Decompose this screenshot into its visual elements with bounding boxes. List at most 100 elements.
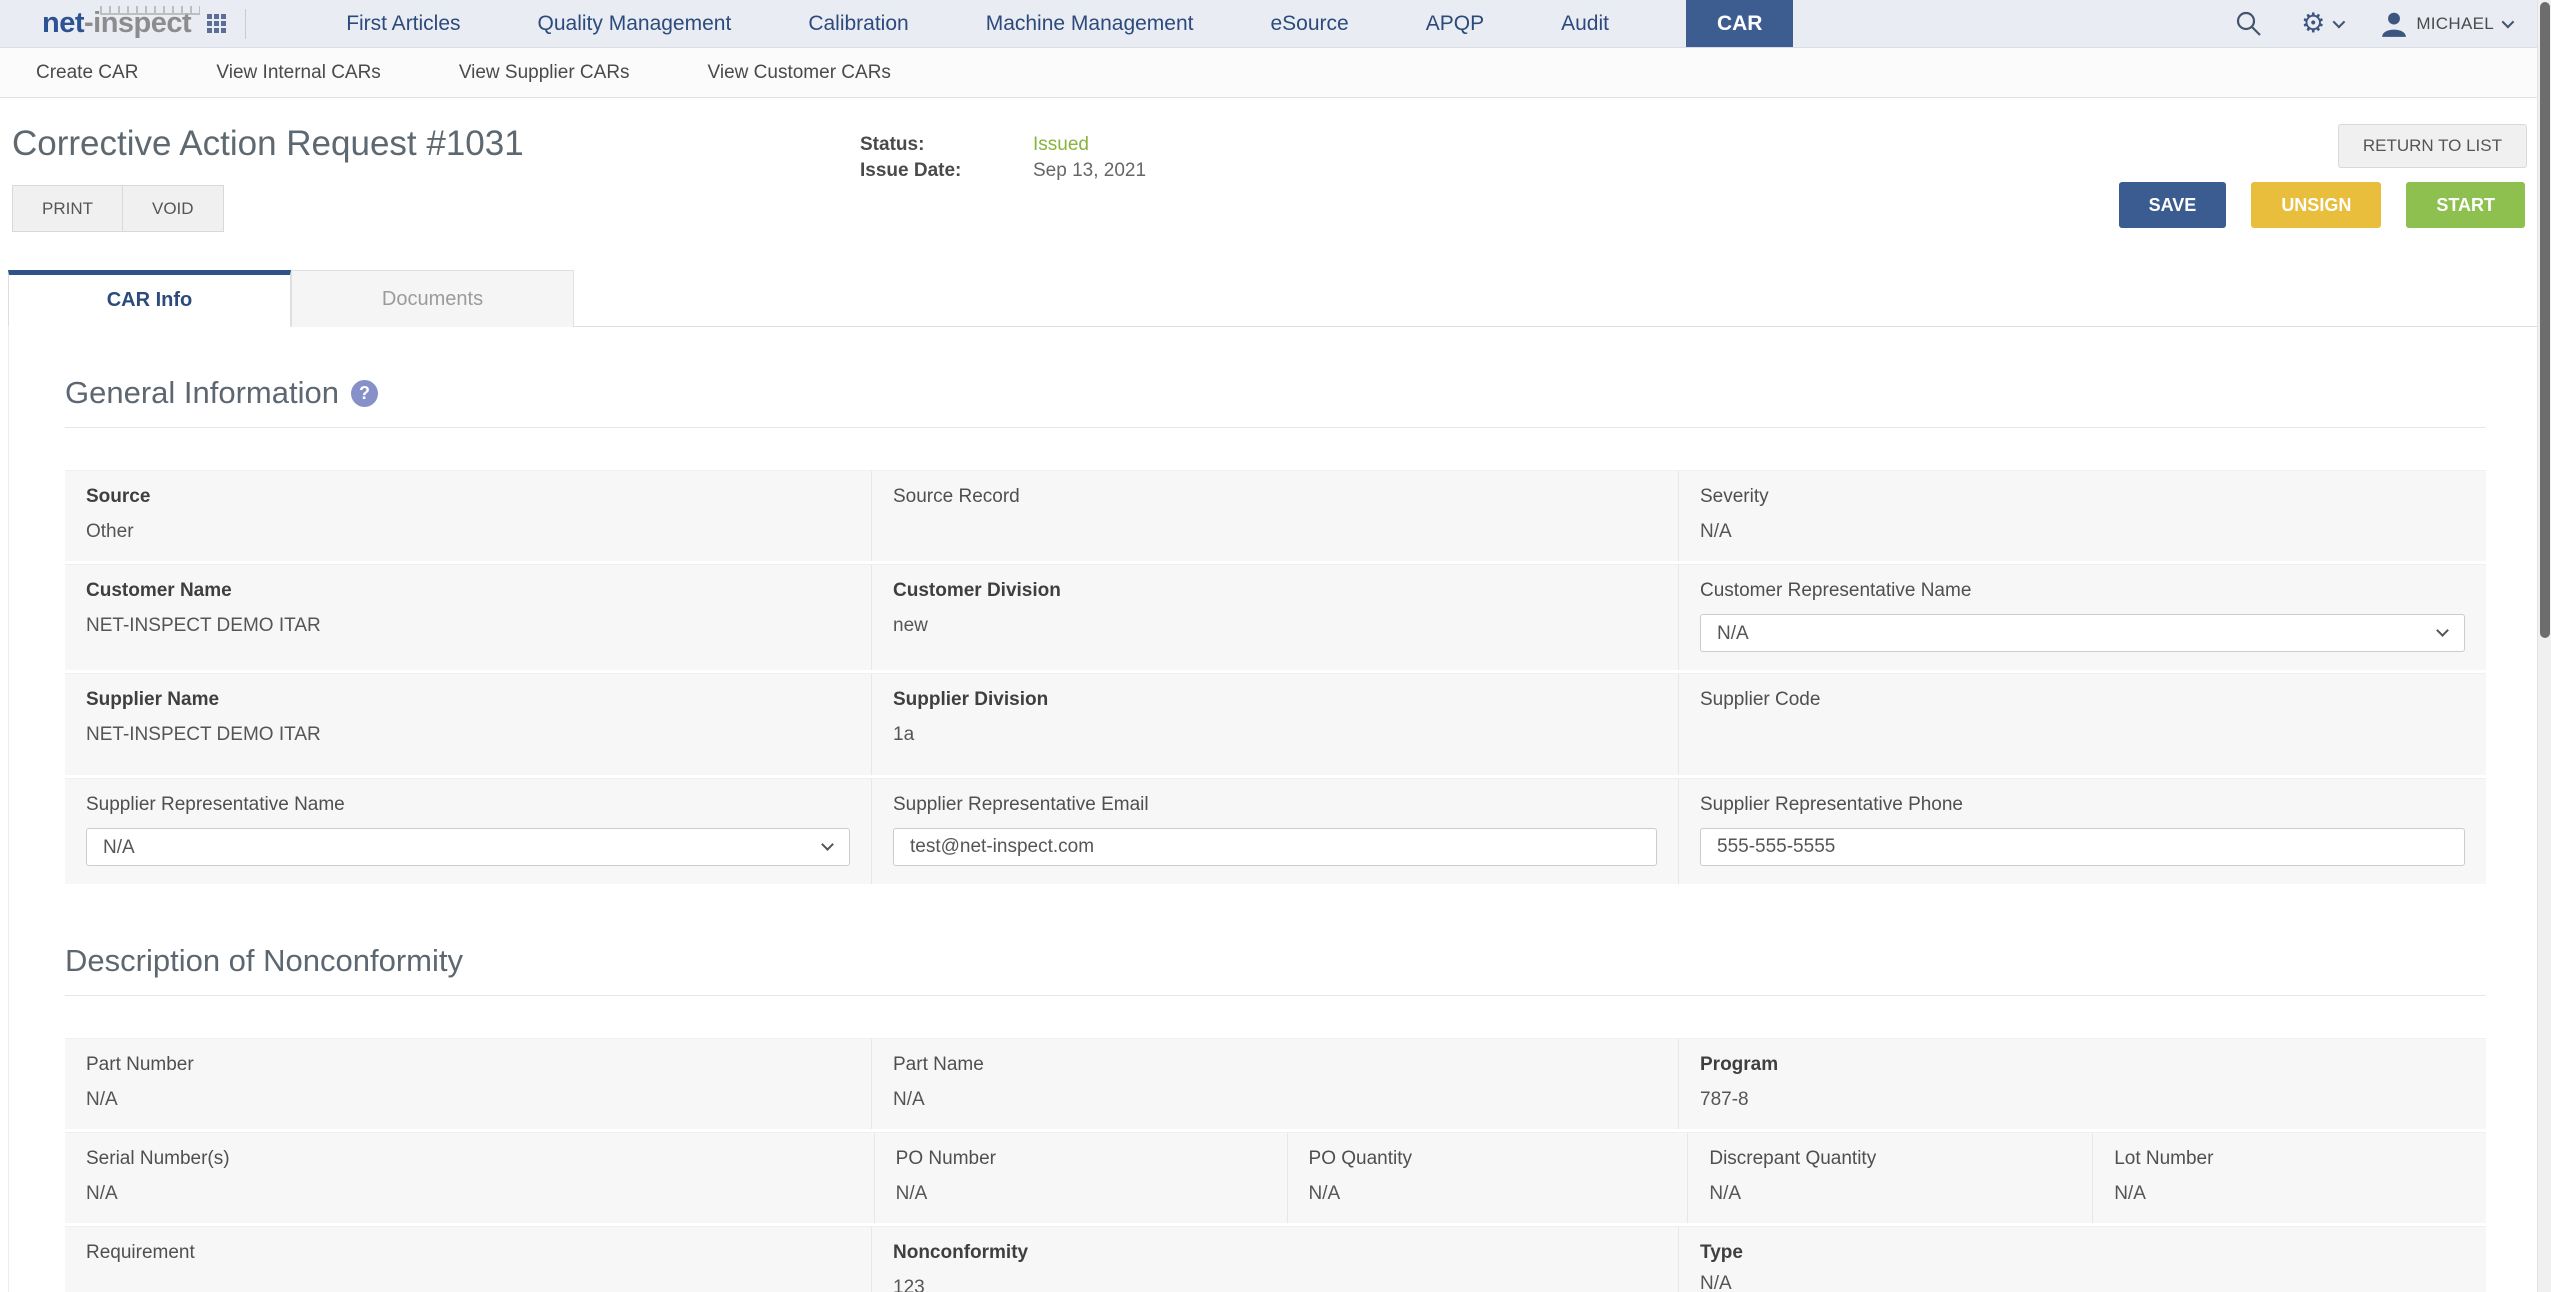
- field-label: Customer Name: [86, 580, 850, 602]
- subnav-create-car[interactable]: Create CAR: [36, 62, 138, 84]
- field-label: PO Quantity: [1309, 1148, 1667, 1170]
- main-content: Corrective Action Request #1031 Status: …: [0, 98, 2551, 1292]
- nav-item-calibration[interactable]: Calibration: [808, 0, 908, 47]
- subnav-view-customer-cars[interactable]: View Customer CARs: [708, 62, 891, 84]
- field-supplier-code: Supplier Code: [1679, 674, 2486, 775]
- field-label: Program: [1700, 1054, 2465, 1076]
- field-po-number: PO Number N/A: [875, 1133, 1288, 1223]
- nonconformity-table: Part Number N/A Part Name N/A Program 78…: [65, 1038, 2486, 1292]
- field-value: N/A: [2114, 1183, 2465, 1205]
- search-button[interactable]: [2235, 10, 2263, 38]
- search-icon: [2235, 10, 2263, 38]
- customer-rep-name-select[interactable]: N/A: [1700, 614, 2465, 652]
- field-program: Program 787-8: [1679, 1039, 2486, 1129]
- supplier-rep-email-input[interactable]: [893, 828, 1657, 866]
- field-value: new: [893, 615, 1657, 637]
- action-buttons: SAVE UNSIGN START: [2119, 182, 2525, 228]
- issue-date-value: Sep 13, 2021: [1033, 160, 1146, 182]
- table-row: Serial Number(s) N/A PO Number N/A PO Qu…: [65, 1132, 2486, 1223]
- field-value: N/A: [893, 1089, 1657, 1111]
- table-row: Supplier Name NET-INSPECT DEMO ITAR Supp…: [65, 673, 2486, 775]
- tab-documents[interactable]: Documents: [291, 270, 574, 327]
- nav-item-car-active[interactable]: CAR: [1686, 0, 1794, 47]
- nav-item-apqp[interactable]: APQP: [1426, 0, 1484, 47]
- subnav-view-internal-cars[interactable]: View Internal CARs: [216, 62, 380, 84]
- field-serial-numbers: Serial Number(s) N/A: [65, 1133, 875, 1223]
- field-label: Supplier Representative Email: [893, 794, 1657, 816]
- nav-item-quality-management[interactable]: Quality Management: [538, 0, 732, 47]
- field-supplier-rep-phone: Supplier Representative Phone: [1679, 779, 2486, 884]
- field-label: Part Name: [893, 1054, 1657, 1076]
- nav-item-esource[interactable]: eSource: [1271, 0, 1349, 47]
- user-name: MICHAEL: [2416, 14, 2494, 34]
- field-value: [893, 521, 1657, 543]
- table-row: Source Other Source Record Severity N/A: [65, 470, 2486, 561]
- nav-item-machine-management[interactable]: Machine Management: [986, 0, 1194, 47]
- apps-grid-icon[interactable]: [207, 14, 227, 34]
- field-label: Requirement: [86, 1242, 850, 1264]
- field-discrepant-quantity: Discrepant Quantity N/A: [1688, 1133, 2093, 1223]
- page-header: Corrective Action Request #1031 Status: …: [8, 98, 2543, 270]
- general-information-table: Source Other Source Record Severity N/A …: [65, 470, 2486, 884]
- print-button[interactable]: PRINT: [12, 185, 123, 232]
- field-label: Part Number: [86, 1054, 850, 1076]
- field-type: Type N/A: [1700, 1242, 2465, 1292]
- table-row: Requirement Nonconformity 123 Type N/A P…: [65, 1226, 2486, 1292]
- field-value: 1a: [893, 724, 1657, 746]
- save-button[interactable]: SAVE: [2119, 182, 2227, 228]
- field-label: PO Number: [896, 1148, 1266, 1170]
- field-part-name: Part Name N/A: [872, 1039, 1679, 1129]
- gear-icon: ⚙: [2301, 10, 2325, 37]
- section-divider: [65, 427, 2486, 428]
- chevron-down-icon: [2333, 16, 2346, 29]
- supplier-rep-phone-input[interactable]: [1700, 828, 2465, 866]
- field-value: N/A: [86, 1183, 853, 1205]
- return-to-list-button[interactable]: RETURN TO LIST: [2338, 124, 2527, 168]
- field-part-number: Part Number N/A: [65, 1039, 872, 1129]
- vertical-scrollbar[interactable]: [2537, 0, 2551, 1292]
- car-subnav: Create CAR View Internal CARs View Suppl…: [0, 48, 2551, 98]
- unsign-button[interactable]: UNSIGN: [2251, 182, 2381, 228]
- logo-ruler-decoration: [100, 6, 200, 15]
- field-supplier-rep-name: Supplier Representative Name N/A: [65, 779, 872, 884]
- nav-item-audit[interactable]: Audit: [1561, 0, 1609, 47]
- help-icon[interactable]: ?: [351, 380, 378, 407]
- navbar-menu: First Articles Quality Management Calibr…: [346, 0, 1793, 47]
- field-value: N/A: [1709, 1183, 2071, 1205]
- supplier-rep-name-select[interactable]: N/A: [86, 828, 850, 866]
- void-button[interactable]: VOID: [123, 185, 224, 232]
- print-void-group: PRINT VOID: [12, 185, 224, 232]
- subnav-view-supplier-cars[interactable]: View Supplier CARs: [459, 62, 630, 84]
- net-inspect-logo[interactable]: net-inspect: [42, 7, 191, 40]
- scrollbar-thumb[interactable]: [2540, 2, 2550, 638]
- user-menu-button[interactable]: MICHAEL: [2380, 10, 2511, 38]
- status-value: Issued: [1033, 134, 1146, 156]
- field-label: Supplier Code: [1700, 689, 2465, 711]
- field-label: Lot Number: [2114, 1148, 2465, 1170]
- field-supplier-name: Supplier Name NET-INSPECT DEMO ITAR: [65, 674, 872, 775]
- field-value: N/A: [1700, 1273, 2465, 1292]
- field-value: N/A: [86, 1089, 850, 1111]
- page-title: Corrective Action Request #1031: [12, 124, 524, 164]
- tab-car-info[interactable]: CAR Info: [8, 270, 291, 327]
- field-value: NET-INSPECT DEMO ITAR: [86, 724, 850, 746]
- field-value: [1700, 724, 2465, 746]
- general-information-title-text: General Information: [65, 375, 339, 411]
- settings-menu-button[interactable]: ⚙: [2301, 10, 2342, 37]
- field-label: Customer Representative Name: [1700, 580, 2465, 602]
- field-customer-division: Customer Division new: [872, 565, 1679, 670]
- field-label: Supplier Representative Phone: [1700, 794, 2465, 816]
- field-supplier-rep-email: Supplier Representative Email: [872, 779, 1679, 884]
- field-source: Source Other: [65, 471, 872, 561]
- nonconformity-title-text: Description of Nonconformity: [65, 943, 463, 979]
- nav-item-first-articles[interactable]: First Articles: [346, 0, 460, 47]
- field-type-and-product-impact: Type N/A Product Impact N/A: [1679, 1227, 2486, 1292]
- field-supplier-division: Supplier Division 1a: [872, 674, 1679, 775]
- field-value: N/A: [1700, 521, 2465, 543]
- tab-bar: CAR Info Documents: [8, 270, 2543, 327]
- field-label: Source Record: [893, 486, 1657, 508]
- field-value: NET-INSPECT DEMO ITAR: [86, 615, 850, 637]
- user-icon: [2380, 10, 2408, 38]
- field-value: N/A: [1309, 1183, 1667, 1205]
- start-button[interactable]: START: [2406, 182, 2525, 228]
